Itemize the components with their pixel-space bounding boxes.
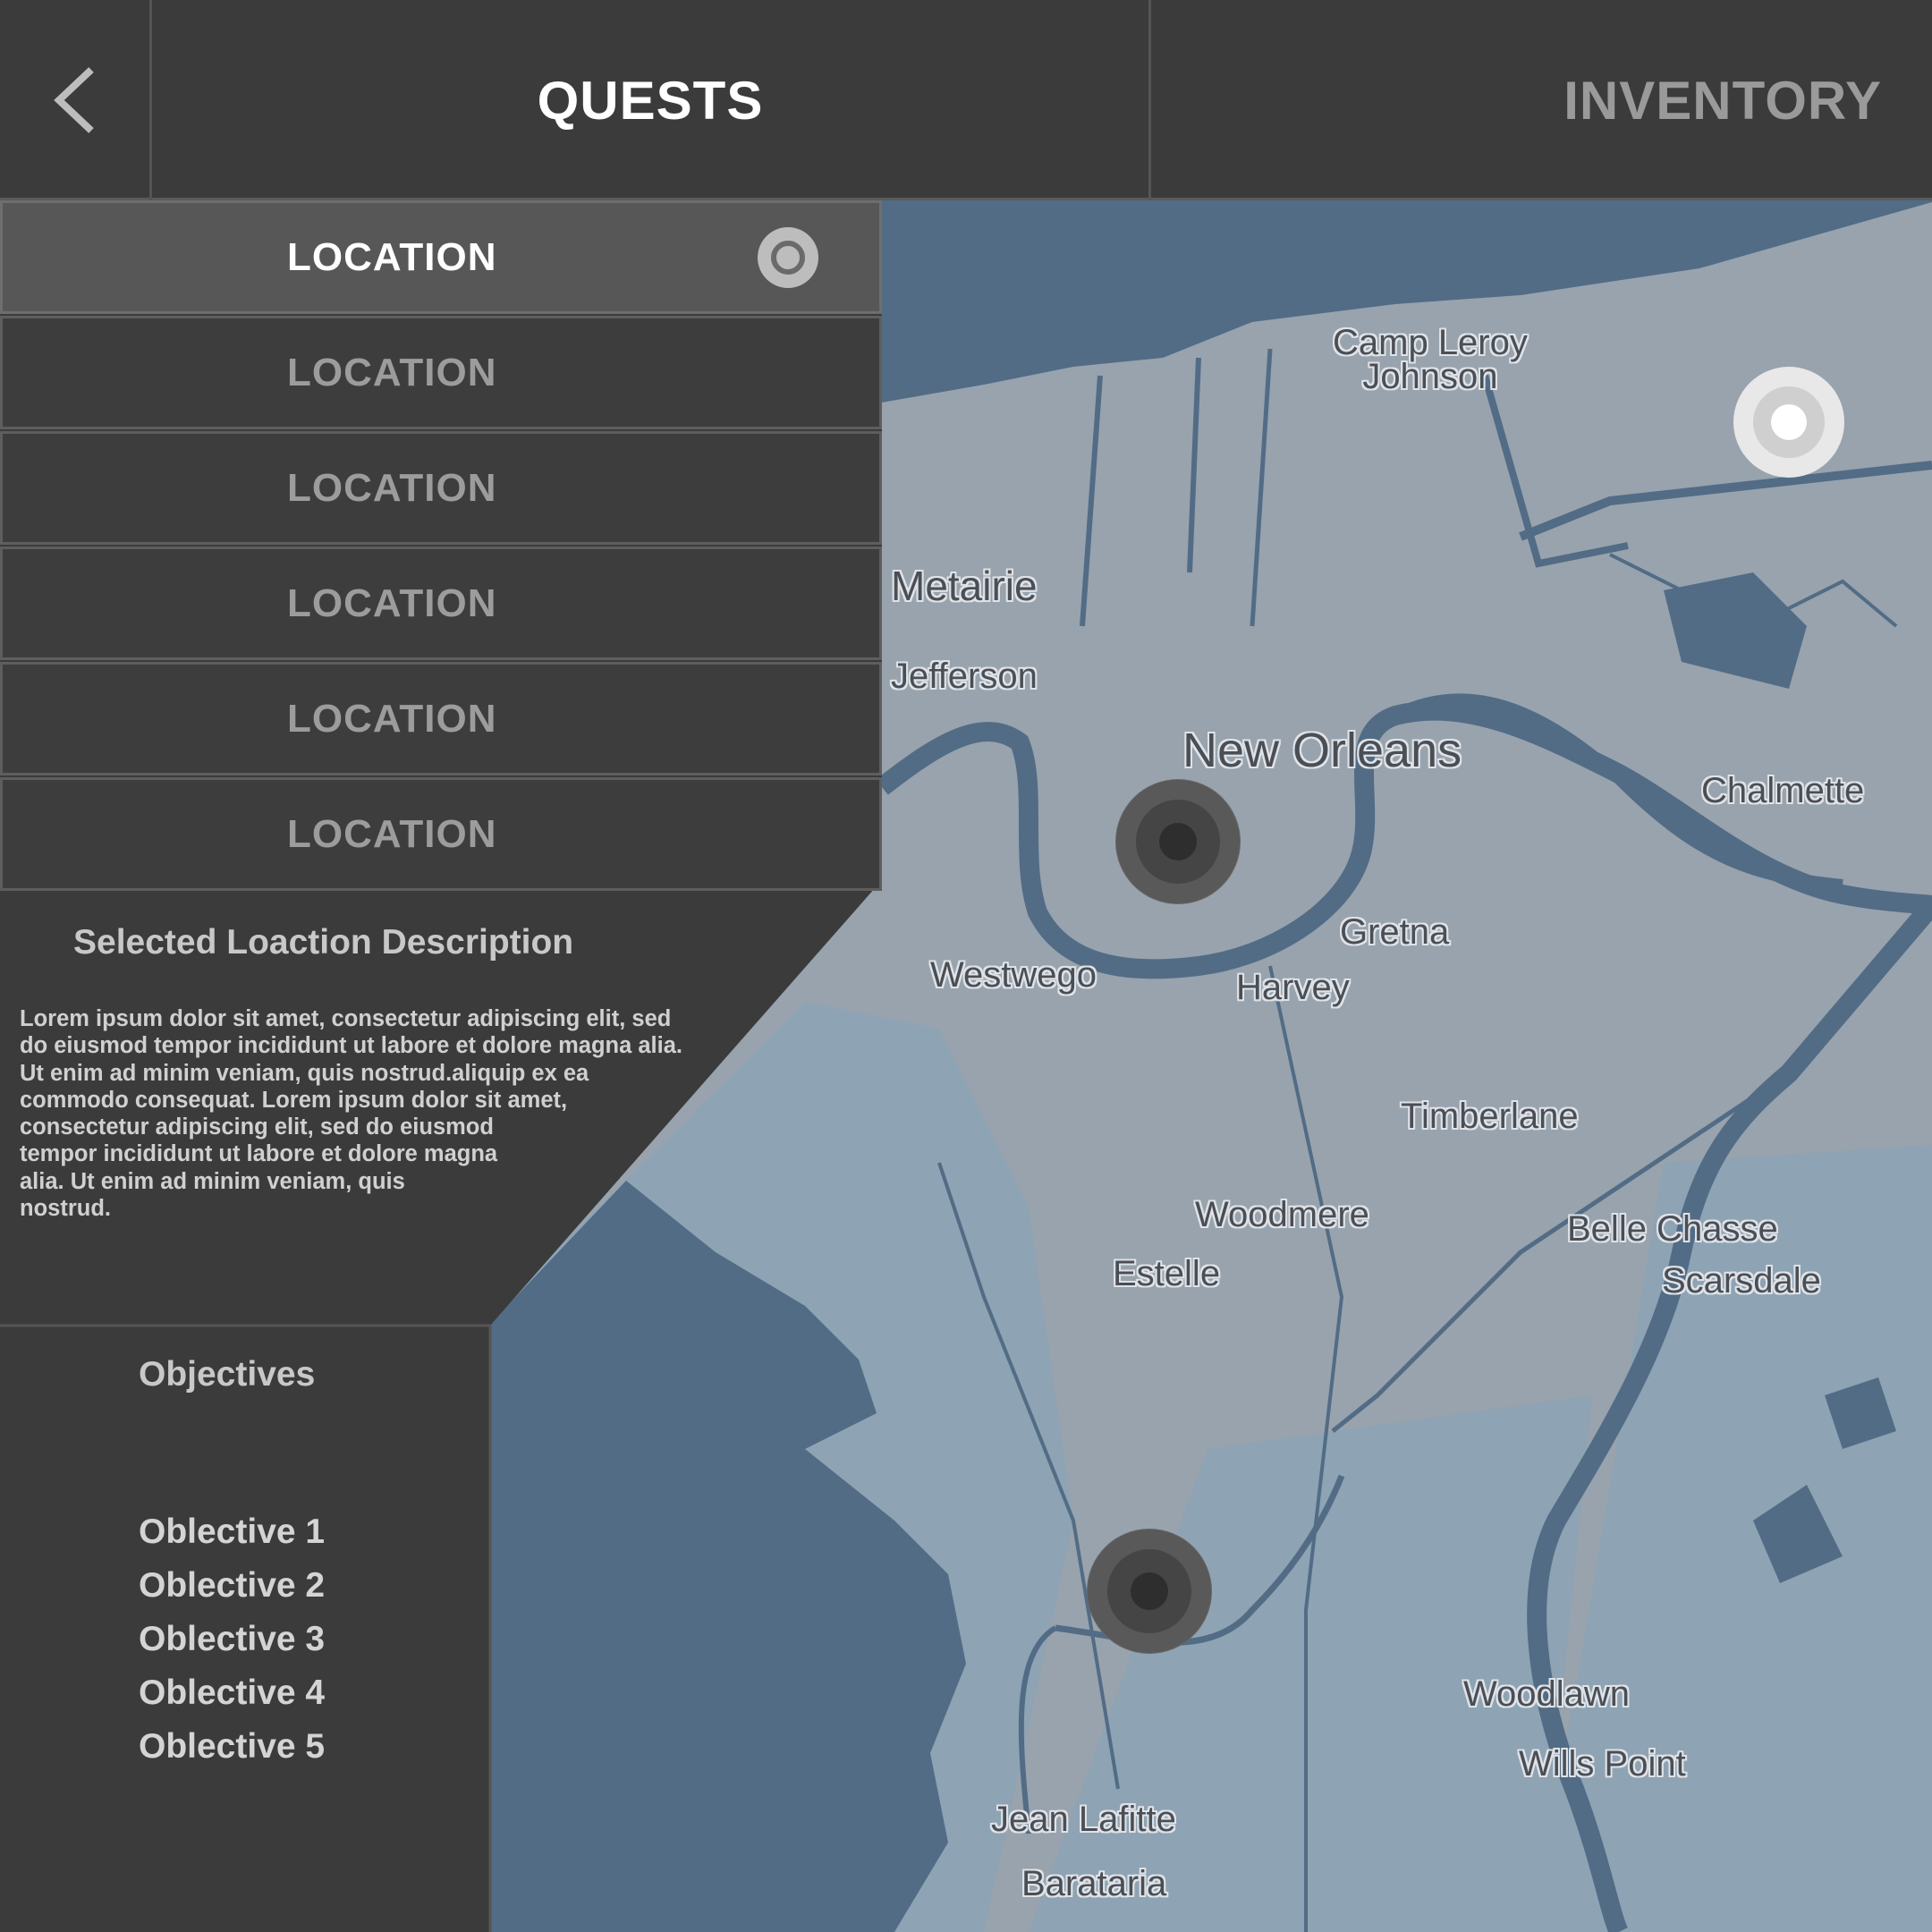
- location-item[interactable]: LOCATION: [0, 316, 882, 429]
- objectives-title: Objectives: [139, 1355, 316, 1394]
- location-label: LOCATION: [287, 234, 497, 279]
- map-label-scarsdale: Scarsdale: [1662, 1261, 1821, 1301]
- tab-quests[interactable]: QUESTS: [152, 0, 1151, 200]
- selected-radio-icon[interactable]: [758, 226, 818, 288]
- back-button[interactable]: [0, 0, 152, 200]
- map-label-harvey: Harvey: [1236, 968, 1350, 1007]
- location-item[interactable]: LOCATION: [0, 662, 882, 775]
- description-text: Lorem ipsum dolor sit amet, consectetur …: [20, 1006, 682, 1222]
- objective-item[interactable]: Oblective 2: [139, 1565, 325, 1619]
- location-item[interactable]: LOCATION: [0, 547, 882, 660]
- map-label-westwego: Westwego: [930, 955, 1097, 995]
- map-label-belle-chasse: Belle Chasse: [1567, 1209, 1778, 1249]
- map-label-metairie: Metairie: [891, 563, 1038, 609]
- map-marker-new-orleans[interactable]: [1116, 780, 1240, 903]
- map-label-jean-lafitte: Jean Lafitte: [991, 1800, 1176, 1839]
- map-label-jefferson: Jefferson: [891, 657, 1038, 696]
- map-label-woodmere: Woodmere: [1195, 1195, 1369, 1234]
- location-item[interactable]: LOCATION: [0, 777, 882, 891]
- map-label-barataria: Barataria: [1021, 1864, 1167, 1903]
- map-marker-jean-lafitte[interactable]: [1088, 1530, 1211, 1653]
- location-list: LOCATION LOCATION LOCATION LOCATION LOCA…: [0, 200, 882, 893]
- objectives-list: Oblective 1 Oblective 2 Oblective 3 Oble…: [139, 1512, 325, 1780]
- map-label-chalmette: Chalmette: [1701, 771, 1865, 810]
- map-label-camp-leroy-johnson: Camp Leroy Johnson: [1333, 323, 1528, 396]
- map-label-estelle: Estelle: [1113, 1254, 1221, 1293]
- map-label-woodlawn: Woodlawn: [1463, 1674, 1631, 1714]
- tab-inventory[interactable]: INVENTORY: [1151, 0, 1932, 200]
- map-label-timberlane: Timberlane: [1401, 1097, 1579, 1136]
- map-label-wills-point: Wills Point: [1519, 1744, 1686, 1784]
- map-marker-selected[interactable]: [1733, 367, 1844, 478]
- objective-item[interactable]: Oblective 1: [139, 1512, 325, 1565]
- location-item[interactable]: LOCATION: [0, 431, 882, 545]
- chevron-left-icon: [53, 67, 94, 133]
- location-item[interactable]: LOCATION: [0, 200, 882, 314]
- location-label: LOCATION: [287, 350, 497, 394]
- location-label: LOCATION: [287, 811, 497, 856]
- map-label-gretna: Gretna: [1340, 912, 1450, 952]
- map-label-new-orleans: New Orleans: [1182, 724, 1462, 777]
- description-title: Selected Loaction Description: [73, 923, 574, 962]
- objective-item[interactable]: Oblective 5: [139, 1726, 325, 1780]
- location-label: LOCATION: [287, 696, 497, 741]
- location-label: LOCATION: [287, 580, 497, 625]
- location-label: LOCATION: [287, 465, 497, 510]
- objective-item[interactable]: Oblective 4: [139, 1673, 325, 1726]
- top-bar: QUESTS INVENTORY: [0, 0, 1932, 200]
- objective-item[interactable]: Oblective 3: [139, 1619, 325, 1673]
